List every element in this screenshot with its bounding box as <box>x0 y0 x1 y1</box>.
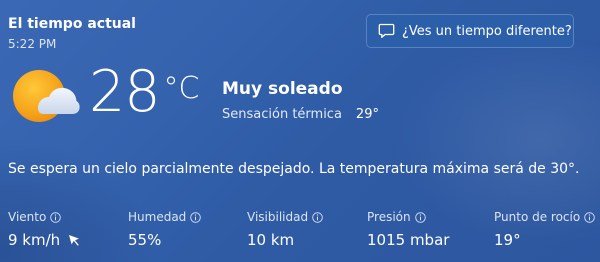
weather-condition: Muy soleado <box>222 79 343 99</box>
detail-wind: Viento 9 km/h <box>8 210 80 249</box>
detail-visibility: Visibilidad 10 km <box>247 210 323 249</box>
partly-sunny-icon <box>12 66 80 130</box>
detail-dew-point: Punto de rocío 19° <box>494 210 595 249</box>
detail-value: 55% <box>128 231 162 249</box>
info-icon[interactable] <box>312 211 323 223</box>
detail-value: 1015 mbar <box>367 231 450 249</box>
feels-like: Sensación térmica 29° <box>222 107 379 122</box>
info-icon[interactable] <box>414 211 426 223</box>
feels-like-value: 29° <box>355 107 379 122</box>
detail-label: Presión <box>367 210 411 224</box>
detail-label: Visibilidad <box>247 210 309 224</box>
chat-bubble-icon <box>378 23 395 39</box>
info-icon[interactable] <box>584 211 595 223</box>
detail-value: 19° <box>494 231 521 249</box>
current-weather-card: El tiempo actual 5:22 PM ¿Ves un tiempo … <box>0 0 600 262</box>
forecast-summary: Se espera un cielo parcialmente despejad… <box>8 161 580 177</box>
detail-label: Punto de rocío <box>494 210 581 224</box>
info-icon[interactable] <box>190 211 202 223</box>
feels-like-label: Sensación térmica <box>222 107 342 122</box>
detail-label: Humedad <box>128 210 187 224</box>
current-temperature: 28 °C <box>89 64 199 121</box>
wind-direction-arrow-icon <box>68 234 80 246</box>
different-weather-label: ¿Ves un tiempo diferente? <box>402 23 572 39</box>
observation-time: 5:22 PM <box>8 37 57 51</box>
detail-humidity: Humedad 55% <box>128 210 202 249</box>
detail-value: 9 km/h <box>8 231 61 249</box>
info-icon[interactable] <box>50 211 62 223</box>
temperature-unit: °C <box>163 71 200 106</box>
detail-value: 10 km <box>247 231 295 249</box>
different-weather-button[interactable]: ¿Ves un tiempo diferente? <box>366 14 574 48</box>
temperature-value: 28 <box>89 59 161 125</box>
detail-pressure: Presión 1015 mbar <box>367 210 449 249</box>
card-title: El tiempo actual <box>8 16 136 32</box>
detail-label: Viento <box>8 210 47 224</box>
